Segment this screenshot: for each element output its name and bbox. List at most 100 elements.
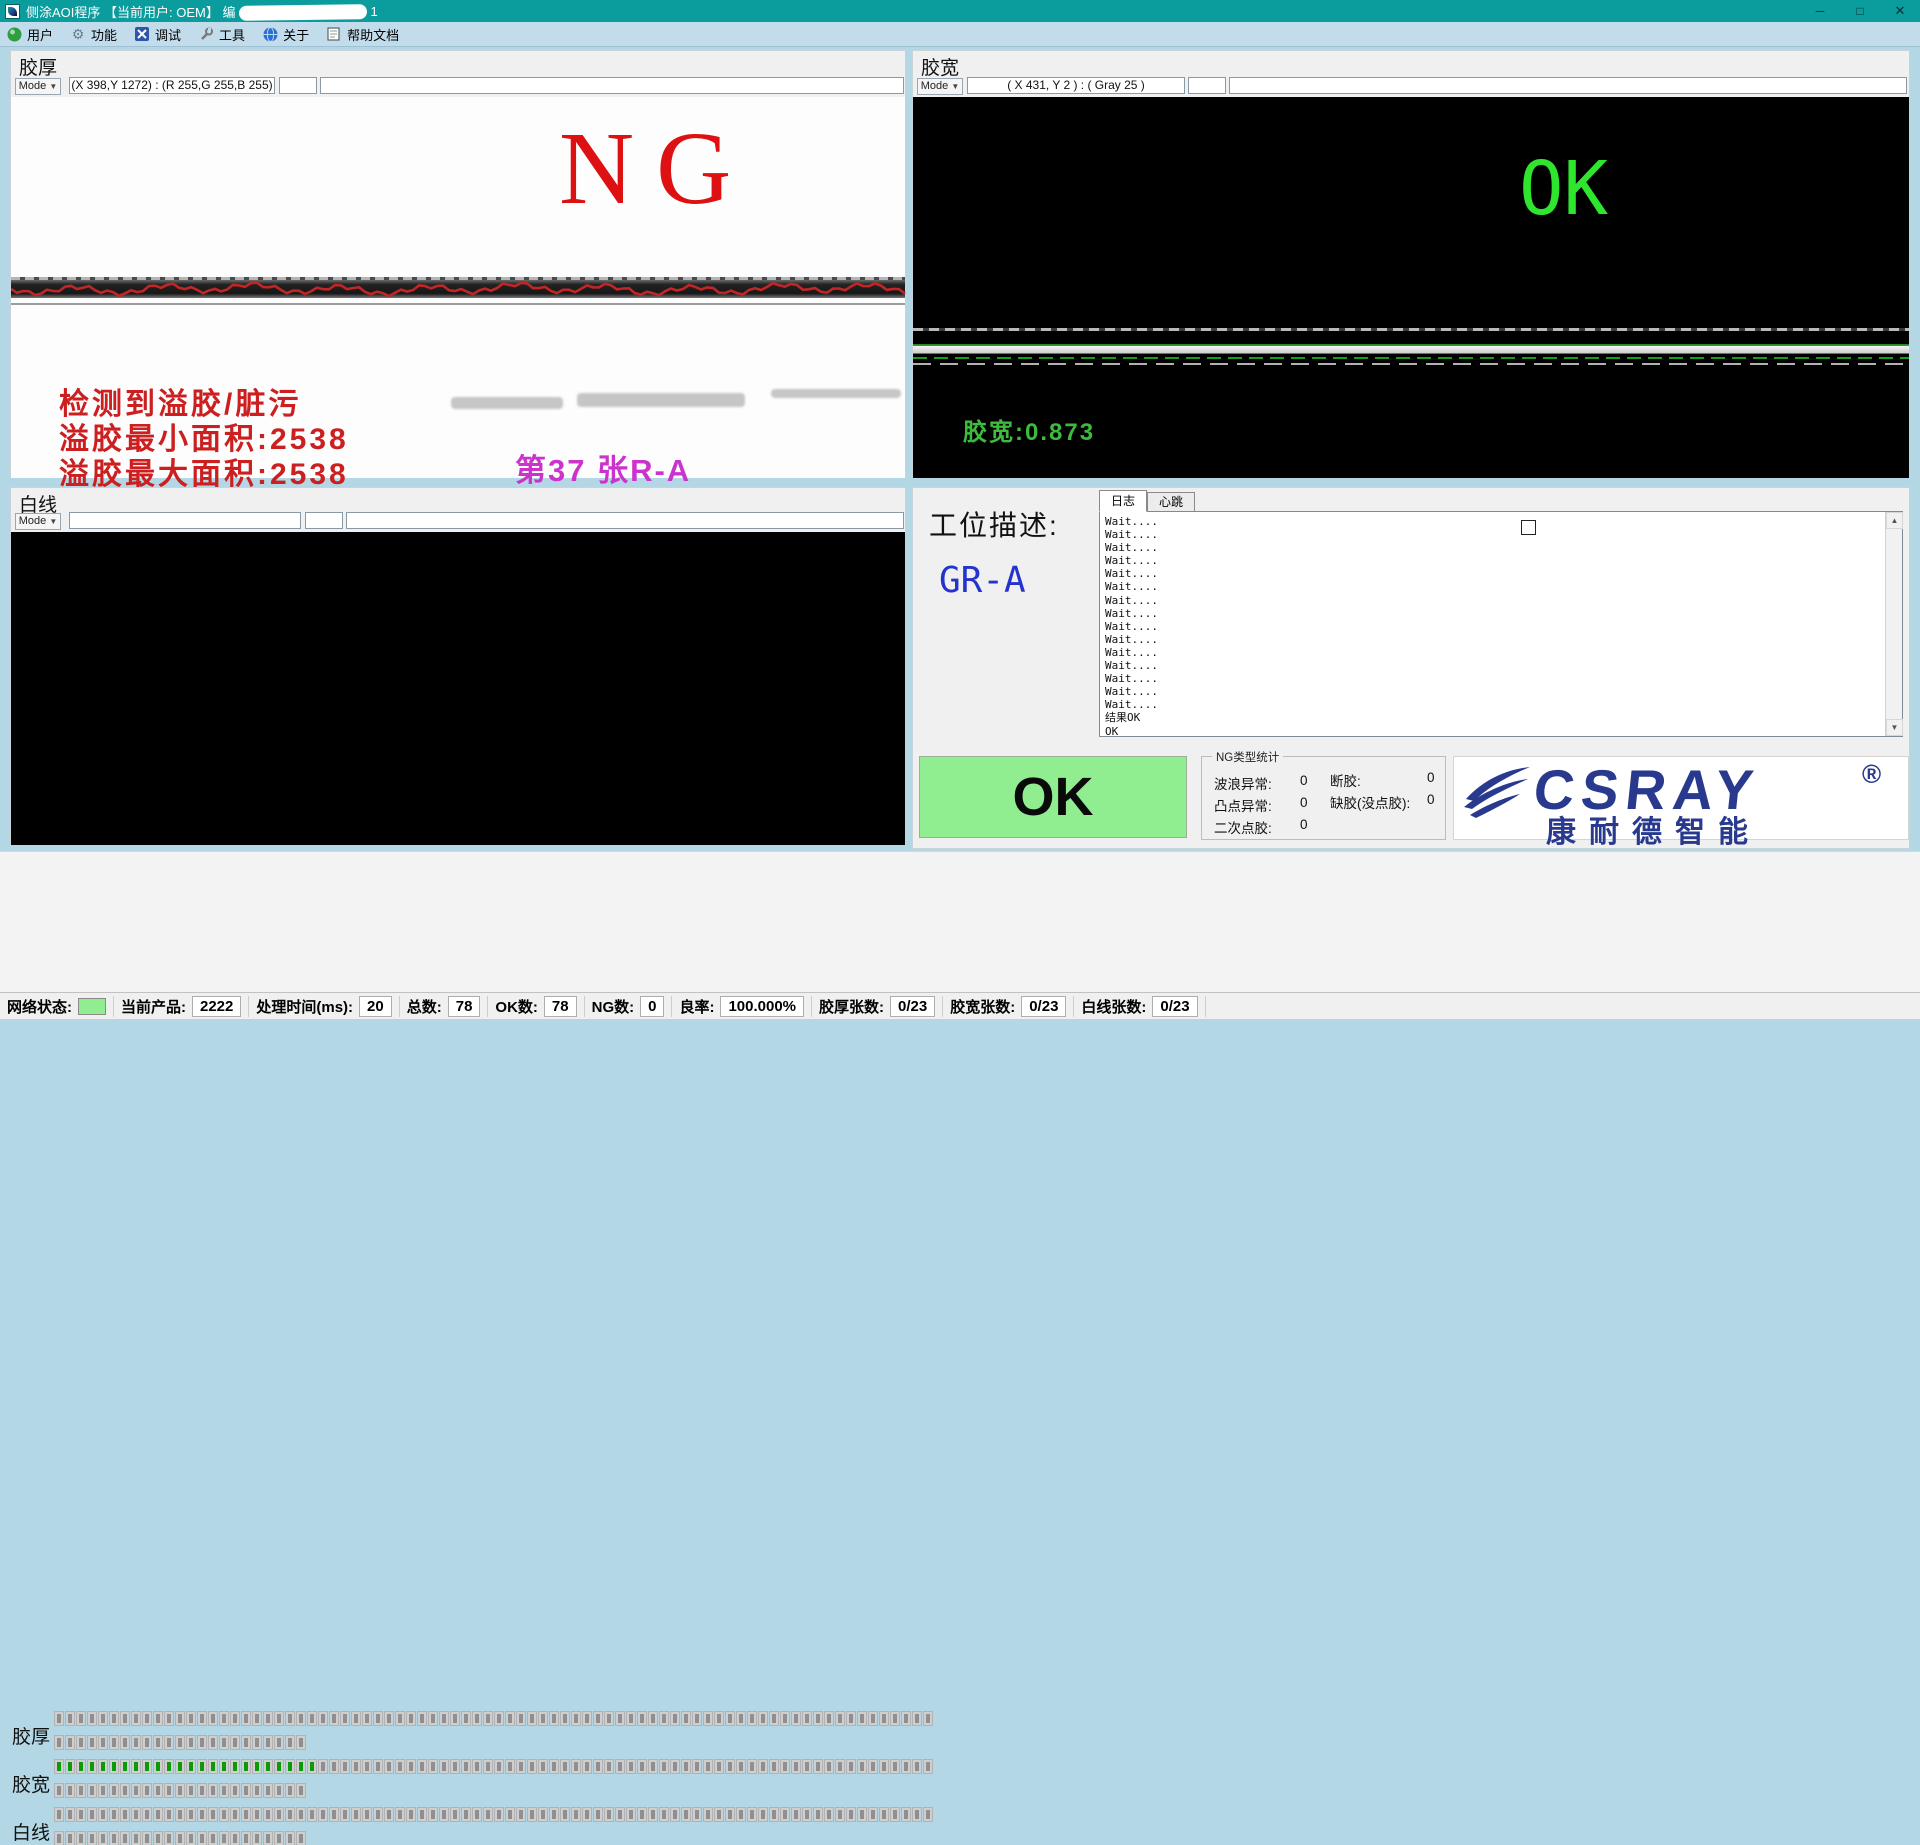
glue-width-input-wide[interactable]	[1229, 77, 1907, 94]
maximize-button[interactable]: □	[1840, 0, 1880, 22]
indicator-cell	[902, 1712, 910, 1725]
menu-item-help-doc[interactable]: 帮助文档	[320, 22, 410, 47]
menu-item-user[interactable]: 用户	[0, 22, 64, 47]
glue-thickness-mode-dropdown[interactable]: Mode ▼	[15, 78, 61, 95]
indicator-cell	[847, 1808, 855, 1821]
indicator-cell	[121, 1808, 129, 1821]
indicator-cell	[220, 1712, 228, 1725]
indicator-cell	[407, 1712, 415, 1725]
indicator-cell	[220, 1760, 228, 1773]
indicator-cell	[143, 1736, 151, 1749]
close-button[interactable]: ✕	[1880, 0, 1920, 22]
log-checkbox[interactable]	[1521, 520, 1536, 535]
indicator-cell	[220, 1784, 228, 1797]
menu-item-debug[interactable]: 调试	[128, 22, 192, 47]
indicator-row	[55, 1760, 935, 1773]
minimize-button[interactable]: ─	[1800, 0, 1840, 22]
indicator-cell	[880, 1808, 888, 1821]
menu-item-tools[interactable]: 工具	[192, 22, 256, 47]
glue-width-image[interactable]: OK 胶宽:0.873	[913, 97, 1909, 478]
glue-width-input-small[interactable]	[1188, 77, 1226, 94]
menu-item-features[interactable]: ⚙功能	[64, 22, 128, 47]
statusbar-field: 网络状态:	[0, 996, 114, 1017]
statusbar-field: 总数:78	[400, 996, 489, 1017]
indicator-cell	[198, 1760, 206, 1773]
indicator-cell	[66, 1832, 74, 1845]
indicator-cell	[869, 1760, 877, 1773]
indicator-cell	[836, 1808, 844, 1821]
indicator-cell	[77, 1832, 85, 1845]
indicator-cell	[55, 1736, 63, 1749]
glue-thickness-input-wide[interactable]	[320, 77, 904, 94]
scroll-up-icon[interactable]: ▲	[1886, 512, 1903, 529]
indicator-cell	[286, 1784, 294, 1797]
glue-thickness-input-small[interactable]	[279, 77, 317, 94]
ng-stat-label: 断胶:	[1330, 770, 1361, 790]
smudge-mark	[577, 393, 745, 407]
indicator-cell	[374, 1712, 382, 1725]
indicator-cell	[341, 1808, 349, 1821]
indicator-cell	[209, 1808, 217, 1821]
ng-stat-value: 0	[1427, 770, 1435, 785]
indicator-cell	[121, 1832, 129, 1845]
indicator-cell	[781, 1712, 789, 1725]
indicator-cell	[561, 1760, 569, 1773]
scroll-down-icon[interactable]: ▼	[1886, 719, 1903, 736]
indicator-cell	[253, 1736, 261, 1749]
indicator-cell	[88, 1808, 96, 1821]
white-line-mode-dropdown[interactable]: Mode ▼	[15, 513, 61, 530]
menu-item-about[interactable]: 关于	[256, 22, 320, 47]
indicator-cell	[429, 1808, 437, 1821]
ng-stat-value: 0	[1427, 792, 1435, 807]
indicator-cell	[792, 1712, 800, 1725]
log-list[interactable]: Wait.... Wait.... Wait.... Wait.... Wait…	[1099, 511, 1903, 737]
indicator-cell	[616, 1760, 624, 1773]
window-title: 侧涂AOI程序 【当前用户: OEM】 编	[26, 2, 235, 21]
indicator-cell	[781, 1808, 789, 1821]
logo-company-name: 康耐德智能	[1546, 807, 1761, 851]
indicator-row	[55, 1712, 935, 1725]
indicator-cell	[880, 1760, 888, 1773]
indicator-cell	[484, 1760, 492, 1773]
menu-item-label: 调试	[155, 25, 181, 44]
glue-thickness-image[interactable]: NG 检测到溢胶/脏污 溢胶最小面积:2538 溢胶最大面积:2538 第37 …	[11, 97, 905, 478]
indicator-cell	[407, 1808, 415, 1821]
indicator-cell	[440, 1760, 448, 1773]
indicator-cell	[660, 1760, 668, 1773]
glue-width-pixel-readout[interactable]: ( X 431, Y 2 ) : ( Gray 25 )	[967, 77, 1185, 94]
indicator-cell	[352, 1712, 360, 1725]
indicator-cell	[253, 1808, 261, 1821]
ng-stat-value: 0	[1300, 795, 1308, 810]
glue-width-mode-dropdown[interactable]: Mode ▼	[917, 78, 963, 95]
indicator-cell	[814, 1712, 822, 1725]
log-scrollbar[interactable]: ▲ ▼	[1885, 512, 1902, 736]
indicator-cell	[297, 1760, 305, 1773]
ng-stat-label: 二次点胶:	[1214, 817, 1272, 837]
indicator-cell	[803, 1760, 811, 1773]
tab-heartbeat[interactable]: 心跳	[1147, 492, 1195, 512]
tab-log[interactable]: 日志	[1099, 490, 1147, 512]
indicator-cell	[176, 1760, 184, 1773]
indicator-cell	[891, 1808, 899, 1821]
indicator-cell	[143, 1712, 151, 1725]
indicator-group-label: 胶宽	[12, 1770, 50, 1797]
ng-stats-groupbox: NG类型统计 波浪异常:0凸点异常:0二次点胶:0断胶:0缺胶(没点胶):0	[1201, 756, 1446, 840]
indicator-cell	[649, 1712, 657, 1725]
indicator-cell	[803, 1712, 811, 1725]
white-line-image[interactable]	[11, 532, 905, 845]
white-line-input-wide[interactable]	[346, 512, 904, 529]
white-line-input-small[interactable]	[305, 512, 343, 529]
indicator-cell	[55, 1712, 63, 1725]
indicator-cell	[924, 1712, 932, 1725]
indicator-cell	[550, 1808, 558, 1821]
indicator-cell	[198, 1832, 206, 1845]
indicator-cell	[858, 1760, 866, 1773]
white-line-pixel-readout[interactable]	[69, 512, 301, 529]
indicator-cell	[836, 1712, 844, 1725]
statusbar-field: 良率:100.000%	[672, 996, 812, 1017]
menu-item-label: 用户	[27, 25, 53, 44]
indicator-cell	[726, 1712, 734, 1725]
indicator-cell	[176, 1736, 184, 1749]
menu-bar: 用户 ⚙功能 调试工具关于帮助文档	[0, 22, 1920, 47]
glue-thickness-pixel-readout[interactable]: (X 398,Y 1272) : (R 255,G 255,B 255)	[69, 77, 275, 94]
